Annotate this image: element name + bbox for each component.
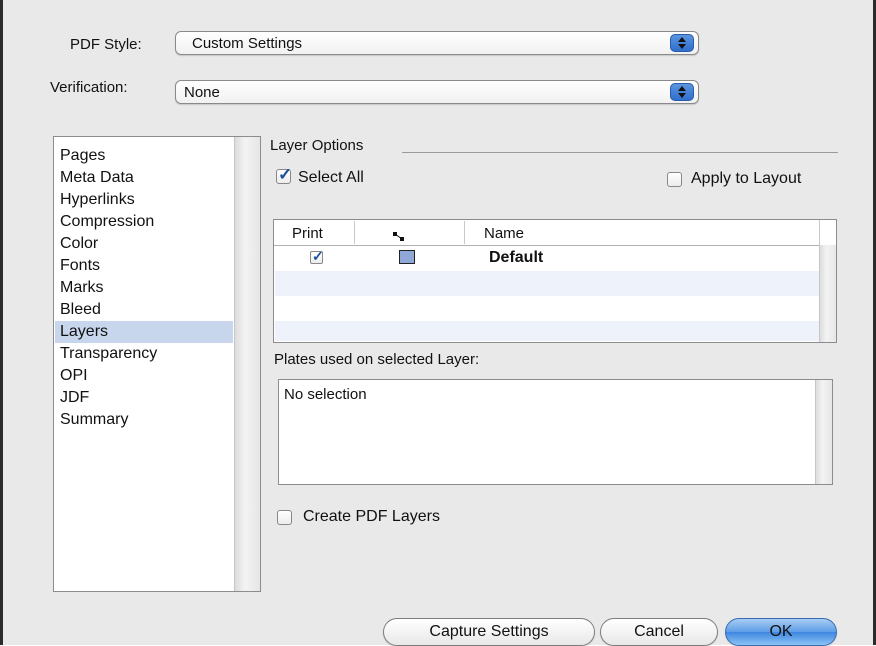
verification-label: Verification: [50,79,128,96]
plates-scrollbar[interactable] [815,380,832,484]
table-row [275,321,819,341]
checkmark-icon: ✓ [312,248,324,264]
sidebar-item-pages[interactable]: Pages [55,145,233,167]
layer-color-swatch [399,250,415,264]
create-pdf-layers-checkbox[interactable] [277,510,292,525]
column-print-header[interactable]: Print [292,220,323,245]
sidebar-item-meta-data[interactable]: Meta Data [55,167,233,189]
sidebar-item-layers[interactable]: Layers [55,321,233,343]
sidebar-item-jdf[interactable]: JDF [55,387,233,409]
column-divider [354,221,355,244]
sidebar-item-color[interactable]: Color [55,233,233,255]
cancel-button[interactable]: Cancel [600,618,718,646]
table-header: Print Name [274,220,836,246]
create-pdf-layers-label: Create PDF Layers [303,508,440,525]
ok-button[interactable]: OK [725,618,837,646]
capture-settings-button[interactable]: Capture Settings [383,618,595,646]
table-row [275,296,819,321]
category-list[interactable]: Pages Meta Data Hyperlinks Compression C… [53,136,261,592]
popup-arrows-icon [670,83,694,101]
sidebar-scrollbar[interactable] [234,137,260,591]
select-all-checkbox[interactable]: ✓ [276,165,292,184]
header-corner [819,220,836,245]
table-row [275,271,819,296]
plates-empty-text: No selection [284,386,367,403]
layer-name: Default [489,249,544,266]
pdf-export-dialog: PDF Style: Custom Settings Verification:… [0,0,876,646]
layers-table[interactable]: Print Name ✓ Default [273,219,837,343]
pdf-style-popup[interactable]: Custom Settings [175,31,699,55]
group-divider [402,152,838,153]
checkmark-icon: ✓ [278,165,293,184]
apply-to-layout-label: Apply to Layout [691,170,802,187]
sidebar-item-marks[interactable]: Marks [55,277,233,299]
pdf-style-label: PDF Style: [70,36,142,53]
sidebar-item-fonts[interactable]: Fonts [55,255,233,277]
table-scrollbar[interactable] [819,245,836,342]
sidebar-item-compression[interactable]: Compression [55,211,233,233]
sidebar-item-summary[interactable]: Summary [55,409,233,431]
select-all-label: Select All [298,169,364,186]
sidebar-item-bleed[interactable]: Bleed [55,299,233,321]
sidebar-item-opi[interactable]: OPI [55,365,233,387]
column-divider [464,221,465,244]
column-name-header[interactable]: Name [484,220,524,245]
table-row[interactable]: ✓ Default [275,246,819,271]
print-checkbox[interactable]: ✓ [310,248,324,264]
sidebar-item-transparency[interactable]: Transparency [55,343,233,365]
popup-arrows-icon [670,34,694,52]
plates-list[interactable]: No selection [278,379,833,485]
verification-popup[interactable]: None [175,80,699,104]
apply-to-layout-checkbox[interactable] [667,172,682,187]
sidebar-item-hyperlinks[interactable]: Hyperlinks [55,189,233,211]
plates-label: Plates used on selected Layer: [274,351,480,368]
verification-value: None [184,84,220,101]
pdf-style-value: Custom Settings [192,35,303,52]
layer-options-group-label: Layer Options [270,137,364,154]
